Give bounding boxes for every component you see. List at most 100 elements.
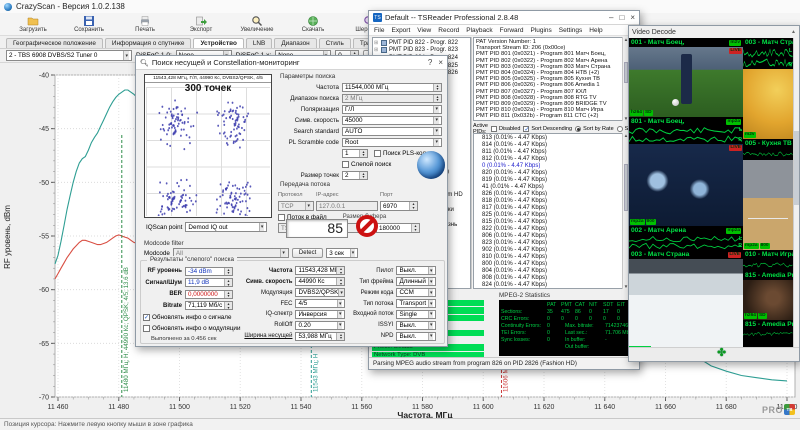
update-modulation-checkbox[interactable]: Обновлять инфо о модуляции xyxy=(143,325,240,332)
result-row[interactable]: Ширина несущей53,988 МГц xyxy=(243,331,345,341)
dot-size-stepper[interactable]: 2 xyxy=(342,171,368,180)
result-row[interactable]: Частота11543,428 МГц xyxy=(243,266,345,276)
pid-entry[interactable]: 800 (0.01% - 4.47 Kbps) xyxy=(482,261,628,268)
tree-item[interactable]: PMT PID 823 - Progr. 823 xyxy=(374,47,470,55)
minimize-icon[interactable]: – xyxy=(609,13,613,22)
protocol-select[interactable]: TCP xyxy=(278,201,314,211)
constellation-titlebar[interactable]: 🔍︎ Поиск несущей и Constellation-монитор… xyxy=(136,56,447,70)
menu-item[interactable]: Record xyxy=(438,27,459,34)
result-row[interactable]: Сигнал/Шум11,9 dB xyxy=(143,278,240,289)
result-row[interactable]: RollOff0.20 xyxy=(243,320,345,330)
crazyscan-tab[interactable]: Информация о спутнике xyxy=(105,38,192,48)
menu-item[interactable]: File xyxy=(374,27,384,34)
active-pid-list[interactable]: 813 (0.01% - 4.47 Kbps)814 (0.01% - 4.47… xyxy=(473,133,629,289)
pid-entry[interactable]: 825 (0.01% - 4.47 Kbps) xyxy=(482,212,628,219)
pid-entry[interactable]: 819 (0.01% - 4.47 Kbps) xyxy=(482,177,628,184)
video-thumb-match-strana[interactable] xyxy=(629,259,743,349)
result-row[interactable]: NPDВыкл. xyxy=(348,331,436,341)
param-row[interactable]: Симв. скорость45000 xyxy=(278,115,442,125)
crazyscan-tab[interactable]: Стиль xyxy=(319,38,351,48)
detect-interval-select[interactable]: 3 сек xyxy=(326,248,358,258)
result-row[interactable]: BER0,0000000 xyxy=(143,289,240,300)
pid-entry[interactable]: 818 (0.01% - 4.47 Kbps) xyxy=(482,198,628,205)
channel-label[interactable]: 815 - Amedia Premiu xyxy=(743,320,793,329)
result-row[interactable]: ISSYIВыкл. xyxy=(348,320,436,330)
video-thumb-match-boets[interactable]: h264SD LIVE xyxy=(629,47,743,117)
pid-entry[interactable]: 814 (0.01% - 4.47 Kbps) xyxy=(482,142,628,149)
result-row[interactable]: IQ-спектрИнверсия xyxy=(243,309,345,319)
video-thumb-match-arena[interactable]: LIVE mp2a800 xyxy=(629,144,743,226)
channel-label[interactable]: 003 - Матч Страна xyxy=(743,38,793,47)
video-decode-header[interactable]: Video Decode ▲ xyxy=(629,26,799,38)
menu-item[interactable]: Settings xyxy=(559,27,583,34)
load-button[interactable]: Загрузить xyxy=(6,14,60,33)
menu-item[interactable]: Export xyxy=(391,27,410,34)
pid-entry[interactable]: 815 (0.01% - 4.47 Kbps) xyxy=(482,219,628,226)
pid-entry[interactable]: 811 (0.01% - 4.47 Kbps) xyxy=(482,149,628,156)
sort-by-rate-radio[interactable]: Sort by Rate xyxy=(575,126,614,132)
blind-search-checkbox[interactable]: Слепой поиск xyxy=(342,161,391,168)
channel-label[interactable]: 001 - Матч Боец,m2v xyxy=(629,38,743,47)
buffer-size-stepper[interactable]: 180000 xyxy=(376,223,420,233)
export-button[interactable]: Экспорт xyxy=(174,14,228,33)
pid-entry[interactable]: 41 (0.01% - 4.47 Kbps) xyxy=(482,184,628,191)
result-row[interactable]: Тип потокаTransport xyxy=(348,299,436,309)
disabled-checkbox[interactable]: Disabled xyxy=(491,126,520,132)
param-row[interactable]: Диапазон поиска2 МГц xyxy=(278,93,442,103)
pid-entry[interactable]: 0 (0.01% - 4.47 Kbps) xyxy=(482,163,628,170)
pid-entry[interactable]: 806 (0.01% - 4.47 Kbps) xyxy=(482,233,628,240)
channel-label[interactable]: 003 - Матч СтранаLIVE xyxy=(629,250,743,259)
pid-entry[interactable]: 813 (0.01% - 4.47 Kbps) xyxy=(482,135,628,142)
tree-item[interactable]: PMT PID 822 - Progr. 822 xyxy=(374,39,470,47)
video-thumb-amedia-premium[interactable]: h264SD xyxy=(743,280,793,320)
pid-entry[interactable]: 812 (0.01% - 4.47 Kbps) xyxy=(482,156,628,163)
pid-entry[interactable]: 804 (0.01% - 4.47 Kbps) xyxy=(482,268,628,275)
pid-entry[interactable]: 817 (0.01% - 4.47 Kbps) xyxy=(482,205,628,212)
crazyscan-tab[interactable]: Диапазон xyxy=(274,38,316,48)
close-icon[interactable]: × xyxy=(438,58,443,67)
maximize-icon[interactable]: □ xyxy=(619,13,624,22)
scroll-up-icon[interactable]: ▲ xyxy=(791,29,796,35)
pid-entry[interactable]: 823 (0.01% - 4.47 Kbps) xyxy=(482,240,628,247)
channel-label[interactable]: 002 - Матч Аренаmp2a xyxy=(629,226,743,235)
pat-info-pane[interactable]: PAT Version Number: 1Transport Stream ID… xyxy=(473,37,629,121)
save-button[interactable]: Сохранить xyxy=(62,14,116,33)
result-row[interactable]: МодуляцияDVBS2/QPSK xyxy=(243,288,345,298)
result-row[interactable]: Bitrate71,119 Мб/с xyxy=(143,301,240,312)
help-icon[interactable]: ? xyxy=(428,58,432,67)
pid-entry[interactable]: 808 (0.01% - 4.47 Kbps) xyxy=(482,275,628,282)
print-button[interactable]: Печать xyxy=(118,14,172,33)
param-row[interactable]: ПоляризацияГ/Л xyxy=(278,104,442,114)
result-row[interactable]: RF уровень-34 dBm xyxy=(143,266,240,277)
param-row[interactable]: Частота11544,000 МГц xyxy=(278,82,442,92)
tuner-select[interactable]: 2 - TBS 6908 DVBS/S2 Tuner 0 xyxy=(6,50,132,61)
crazyscan-tab[interactable]: Устройство xyxy=(193,38,243,48)
channel-label[interactable]: 005 - Кухня ТВ xyxy=(743,139,793,148)
ip-field[interactable]: 127.0.0.1 xyxy=(316,201,378,211)
menu-item[interactable]: Playback xyxy=(466,27,492,34)
update-signal-checkbox[interactable]: Обновлять инфо о сигнале xyxy=(143,314,231,321)
iqscan-select[interactable]: Demod IQ out xyxy=(185,222,267,232)
tsreader-titlebar[interactable]: TS Default -- TSReader Professional 2.8.… xyxy=(369,11,639,25)
menu-item[interactable]: Plugins xyxy=(530,27,551,34)
crazyscan-tab[interactable]: Географическое положение xyxy=(6,38,103,48)
stop-icon[interactable] xyxy=(356,215,378,237)
pid-entry[interactable]: 826 (0.01% - 4.47 Kbps) xyxy=(482,191,628,198)
param-row[interactable]: PL Scramble codeRoot xyxy=(278,137,442,147)
result-row[interactable]: Тип фреймаДлинный xyxy=(348,277,436,287)
result-row[interactable]: Режим кодаCCM xyxy=(348,288,436,298)
param-row[interactable]: Search standardAUTO xyxy=(278,126,442,136)
port-stepper[interactable]: 6970 xyxy=(380,201,418,211)
audio-label[interactable]: 801 - Матч Боец,mp2a xyxy=(629,117,743,126)
menu-item[interactable]: Forward xyxy=(500,27,524,34)
video-thumb-kuhnya-tv[interactable]: m2v xyxy=(743,69,793,139)
close-icon[interactable]: × xyxy=(630,13,635,22)
menu-item[interactable]: Help xyxy=(589,27,602,34)
sort-descending-checkbox[interactable]: Sort Descending xyxy=(523,126,572,132)
result-row[interactable]: FEC4/5 xyxy=(243,299,345,309)
video-thumb-match-igra[interactable]: mp2a800 xyxy=(743,160,793,250)
result-row[interactable]: Входной потокSingle xyxy=(348,309,436,319)
channel-label[interactable]: 815 - Amedia Premiu xyxy=(743,271,793,280)
menu-item[interactable]: View xyxy=(417,27,431,34)
pid-entry[interactable]: 902 (0.01% - 4.47 Kbps) xyxy=(482,247,628,254)
